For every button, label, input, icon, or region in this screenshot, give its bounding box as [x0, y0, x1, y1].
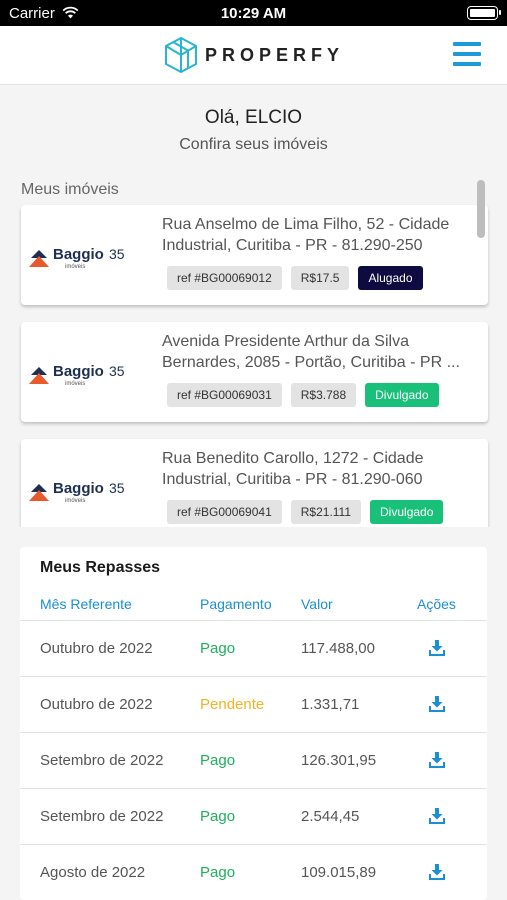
app-header: PROPERFY — [0, 26, 507, 85]
status-badge: Alugado — [358, 266, 423, 290]
price-chip: R$17.5 — [290, 266, 350, 290]
status-bar: Carrier 10:29 AM — [0, 0, 507, 26]
properfy-logo-icon — [165, 36, 197, 74]
brand-sub: imóveis — [65, 264, 85, 270]
cell-value: 126.301,95 — [301, 752, 377, 769]
cell-value: 117.488,00 — [301, 640, 375, 657]
property-tags: ref #BG00069012 R$17.5 Alugado — [167, 266, 423, 290]
download-icon[interactable] — [428, 751, 446, 769]
repasses-title: Meus Repasses — [40, 559, 161, 576]
cell-month: Agosto de 2022 — [40, 864, 146, 881]
property-address: Rua Anselmo de Lima Filho, 52 - Cidade I… — [162, 216, 450, 254]
status-badge: Divulgado — [370, 500, 444, 524]
baggio-logo: Baggio 35 imóveis — [29, 480, 125, 504]
section-label-properties: Meus imóveis — [21, 181, 119, 198]
column-header-actions: Ações — [417, 596, 456, 612]
hamburger-menu-icon[interactable] — [453, 42, 481, 66]
price-chip: R$3.788 — [290, 383, 357, 407]
property-card[interactable]: Baggio 35 imóveis Rua Benedito Carollo, 127… — [21, 439, 488, 527]
baggio-logo: Baggio 35 imóveis — [29, 246, 125, 270]
cell-value: 109.015,89 — [301, 864, 377, 881]
cell-payment-status: Pago — [200, 864, 236, 881]
logo-text: PROPERFY — [205, 44, 345, 65]
clock: 10:29 AM — [220, 5, 287, 22]
property-tags: ref #BG00069041 R$21.111 Divulgado — [167, 500, 444, 524]
status-badge: Divulgado — [365, 383, 439, 407]
brand-sub: imóveis — [65, 381, 85, 387]
property-address: Rua Benedito Carollo, 1272 - Cidade Indu… — [162, 450, 424, 488]
download-icon[interactable] — [428, 695, 446, 713]
price-chip: R$21.111 — [290, 500, 362, 524]
baggio-logo: Baggio 35 imóveis — [29, 363, 125, 387]
brand-name: Baggio — [53, 363, 104, 380]
scrollbar[interactable] — [477, 180, 485, 238]
ref-chip: ref #BG00069041 — [167, 500, 282, 524]
brand-badge: 35 — [109, 480, 125, 496]
table-row: Outubro de 2022 Pendente 1.331,71 — [20, 676, 487, 732]
cell-payment-status: Pendente — [200, 696, 265, 713]
table-row: Setembro de 2022 Pago 2.544,45 — [20, 788, 487, 844]
brand-name: Baggio — [53, 246, 104, 263]
cell-payment-status: Pago — [200, 808, 236, 825]
greeting-subtitle: Confira seus imóveis — [179, 136, 328, 153]
cell-payment-status: Pago — [200, 640, 236, 657]
brand-sub: imóveis — [65, 498, 85, 504]
repasses-panel: Meus Repasses Mês Referente Pagamento Va… — [20, 547, 487, 900]
table-header: Mês Referente Pagamento Valor Ações — [20, 589, 487, 619]
property-card[interactable]: Baggio 35 imóveis Avenida Presidente Arthur… — [21, 322, 488, 422]
cell-value: 1.331,71 — [301, 696, 360, 713]
app-logo: PROPERFY — [163, 36, 344, 74]
cell-value: 2.544,45 — [301, 808, 360, 825]
brand-badge: 35 — [109, 246, 125, 262]
property-address: Avenida Presidente Arthur da Silva Berna… — [162, 333, 460, 371]
property-card[interactable]: Baggio 35 imóveis Rua Anselmo de Lima Filho… — [21, 205, 488, 305]
battery-icon — [467, 6, 501, 20]
cell-month: Setembro de 2022 — [40, 752, 164, 769]
column-header-month: Mês Referente — [40, 596, 132, 612]
greeting-title: Olá, ELCIO — [204, 107, 303, 128]
ref-chip: ref #BG00069031 — [167, 383, 282, 407]
ref-chip: ref #BG00069012 — [167, 266, 282, 290]
property-list[interactable]: Baggio 35 imóveis Rua Anselmo de Lima Filho… — [0, 200, 507, 527]
table-row: Setembro de 2022 Pago 126.301,95 — [20, 732, 487, 788]
cell-payment-status: Pago — [200, 752, 236, 769]
cell-month: Outubro de 2022 — [40, 696, 153, 713]
table-row: Outubro de 2022 Pago 117.488,00 — [20, 620, 487, 676]
cell-month: Outubro de 2022 — [40, 640, 153, 657]
table-row: Agosto de 2022 Pago 109.015,89 — [20, 844, 487, 900]
download-icon[interactable] — [428, 639, 446, 657]
column-header-value: Valor — [301, 596, 333, 612]
cell-month: Setembro de 2022 — [40, 808, 164, 825]
brand-name: Baggio — [53, 480, 104, 497]
column-header-payment: Pagamento — [200, 596, 272, 612]
brand-badge: 35 — [109, 363, 125, 379]
download-icon[interactable] — [428, 863, 446, 881]
property-tags: ref #BG00069031 R$3.788 Divulgado — [167, 383, 439, 407]
download-icon[interactable] — [428, 807, 446, 825]
